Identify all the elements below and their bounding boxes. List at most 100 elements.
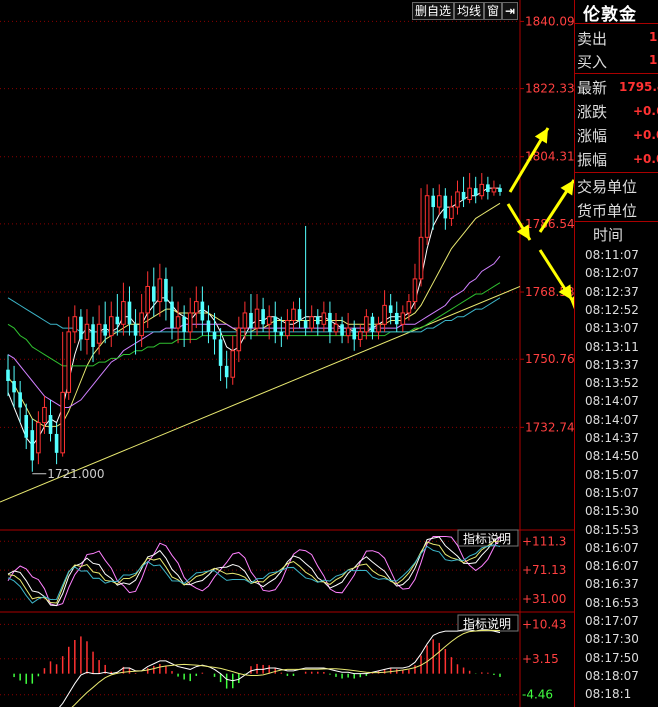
chart-grid [0,0,574,707]
time-header: 时间 [593,226,624,244]
indicator1-tick: +111.3 [522,534,566,548]
candle-body [79,316,83,340]
time-item: 08:16:07 [585,559,639,574]
arrow-head [560,180,574,196]
candle-body [206,320,211,332]
amp-label: 振幅 [577,151,608,169]
indicator-panel-1: +111.3 +71.13 +31.00 指标说明 [0,529,566,607]
candle-body [436,195,442,208]
time-item: 08:16:37 [585,577,639,592]
candle-body [230,350,236,378]
candle-body [321,312,327,325]
candle-body [491,187,497,193]
time-item: 08:13:07 [585,321,639,336]
time-item: 08:11:07 [585,248,639,262]
candle-body [467,187,472,200]
candle-body [486,184,490,192]
candle-body [115,316,120,325]
buy-label: 买入 [577,53,608,71]
candle-body [54,433,59,453]
candle-body [84,323,90,340]
candle-body [103,324,107,336]
time-item: 08:17:30 [585,632,639,647]
candle-body [249,312,253,329]
toolbar-moving-average[interactable]: 均线 [454,2,485,20]
candle-body [285,320,290,337]
indicator2-label: 指标说明 [463,616,511,631]
indicator-panel-2: +10.43 +3.15 -4.46 指标说明 [0,614,566,707]
sell-value: 17 [649,30,658,44]
candle-body [400,312,406,325]
time-item: 08:15:53 [585,522,639,537]
price-tick-label: 1750.762 [525,352,574,366]
candle-body [261,309,265,325]
candle-body [449,206,454,219]
candle-body [236,327,242,352]
time-item: 08:18:1 [585,687,632,702]
low-annotation: 1721.000 [47,467,104,481]
candle-body [461,191,466,200]
change-label: 涨跌 [577,103,608,121]
sell-label: 卖出 [577,30,608,48]
candle-body [376,323,381,333]
candle-body [224,365,229,378]
time-item: 08:16:07 [585,540,639,555]
amp-value: +0.0 [633,152,658,166]
candle-body [382,304,387,325]
candle-body [340,324,344,336]
toolbar-window[interactable]: 窗 [484,2,503,20]
candle-body [418,236,424,280]
candle-body [121,301,126,325]
candlesticks: 1721.000 [6,173,502,481]
indicator2-tick: -4.46 [522,688,553,702]
time-item: 08:13:11 [585,339,639,354]
candle-body [388,305,393,313]
candle-body [266,316,272,325]
candle-body [279,331,284,336]
candle-body [127,301,132,325]
indicator2-tick: +10.43 [522,617,566,631]
candle-body [315,316,320,325]
indicator1-tick: +31.00 [522,592,566,606]
toolbar-delete-watchlist[interactable]: 删自选 [412,2,455,20]
candle-body [12,381,16,393]
time-item: 08:15:07 [585,485,639,500]
time-item: 08:12:07 [585,266,639,281]
time-item: 08:14:07 [585,412,639,427]
time-item: 08:13:37 [585,357,639,372]
pct-label: 涨幅 [577,127,608,145]
time-item: 08:17:07 [585,614,639,628]
candle-body [394,312,399,325]
price-chart[interactable]: 1721.000 1840.0981822.3301804.3151786.54… [0,0,574,707]
candle-body [345,327,351,337]
quote-panel: 伦敦金 卖出 17 买入 17 最新 1795.4 涨跌 +0.6 涨幅 +0.… [574,0,658,707]
candle-body [200,301,205,321]
candle-body [182,316,186,332]
candle-body [370,316,375,332]
candle-body [328,312,332,332]
change-value: +0.6 [633,104,658,118]
oscillator-line [7,540,501,604]
oscillator-line [7,544,501,604]
candle-body [24,415,29,438]
time-item: 08:12:37 [585,284,639,299]
macd-dea-line [71,629,501,707]
candle-body [66,331,72,393]
currency-unit-label: 货币单位 [577,202,638,220]
latest-label: 最新 [577,79,608,97]
candle-body [273,316,278,332]
exit-icon[interactable]: ⇥ [502,2,519,20]
price-tick-label: 1822.330 [525,82,574,96]
time-item: 08:15:30 [585,504,639,519]
price-tick-label: 1840.098 [525,14,574,28]
price-tick-label: 1732.747 [525,420,574,434]
buy-value: 17 [649,53,658,67]
candle-body [60,391,65,454]
candle-body [498,188,502,192]
candle-body [218,339,223,366]
candle-body [333,323,339,333]
pct-value: +0.0 [633,128,658,142]
candle-body [455,191,460,208]
indicator1-tick: +71.13 [522,563,566,577]
candle-body [424,195,430,238]
